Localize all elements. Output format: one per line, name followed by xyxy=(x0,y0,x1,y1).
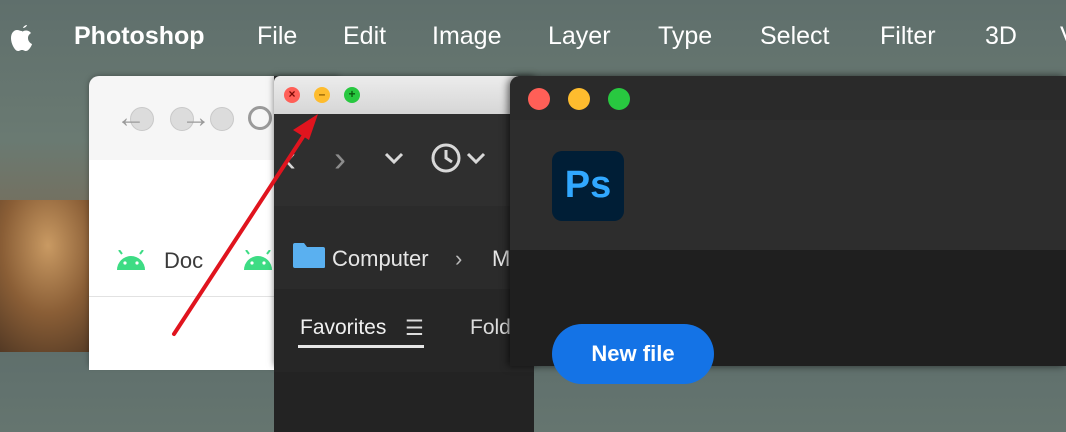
folder-icon xyxy=(293,243,325,268)
photoshop-close-button[interactable] xyxy=(528,88,550,110)
menu-filter[interactable]: Filter xyxy=(880,22,936,51)
browser-back-icon[interactable]: ← xyxy=(116,103,146,133)
menu-file[interactable]: File xyxy=(257,22,297,51)
new-file-button[interactable]: New file xyxy=(552,324,714,384)
apple-icon[interactable] xyxy=(8,22,36,54)
tab-favorites[interactable]: Favorites xyxy=(300,316,386,340)
photoshop-zoom-button[interactable] xyxy=(608,88,630,110)
menu-3d[interactable]: 3D xyxy=(985,22,1017,51)
browser-zoom-button[interactable] xyxy=(210,107,234,131)
path-next-item[interactable]: M xyxy=(492,246,510,272)
favorites-tab-indicator xyxy=(298,345,424,348)
menu-select[interactable]: Select xyxy=(760,22,829,51)
photoshop-minimize-button[interactable] xyxy=(568,88,590,110)
menu-edit[interactable]: Edit xyxy=(343,22,386,51)
finder-sidebar xyxy=(274,372,534,432)
photoshop-titlebar xyxy=(510,76,1066,120)
photoshop-window xyxy=(510,76,1066,366)
android-icon xyxy=(244,250,272,270)
finder-close-icon[interactable]: × xyxy=(284,87,300,103)
finder-minimize-icon[interactable]: – xyxy=(314,87,330,103)
chevron-down-icon[interactable] xyxy=(383,150,405,166)
photoshop-logo: Ps xyxy=(552,151,624,221)
finder-titlebar xyxy=(274,76,534,114)
menu-view[interactable]: V xyxy=(1060,22,1066,51)
menu-layer[interactable]: Layer xyxy=(548,22,611,51)
finder-zoom-icon[interactable]: + xyxy=(344,87,360,103)
menu-type[interactable]: Type xyxy=(658,22,712,51)
list-icon[interactable]: ☰ xyxy=(405,316,424,341)
menu-app-name[interactable]: Photoshop xyxy=(74,22,205,51)
history-icon[interactable] xyxy=(428,140,490,176)
menu-bar: Photoshop File Edit Image Layer Type Sel… xyxy=(0,0,1066,74)
finder-back-icon[interactable]: ‹ xyxy=(284,141,296,177)
browser-reload-icon[interactable] xyxy=(248,106,272,130)
browser-forward-icon[interactable]: → xyxy=(181,103,211,133)
menu-image[interactable]: Image xyxy=(432,22,501,51)
path-computer[interactable]: Computer xyxy=(332,246,429,272)
android-icon xyxy=(117,250,145,270)
bookmark-doc[interactable]: Doc xyxy=(164,248,203,274)
tab-folders[interactable]: Fold xyxy=(470,316,511,340)
finder-forward-icon[interactable]: › xyxy=(334,141,346,177)
path-separator-chevron-icon: › xyxy=(455,246,463,271)
